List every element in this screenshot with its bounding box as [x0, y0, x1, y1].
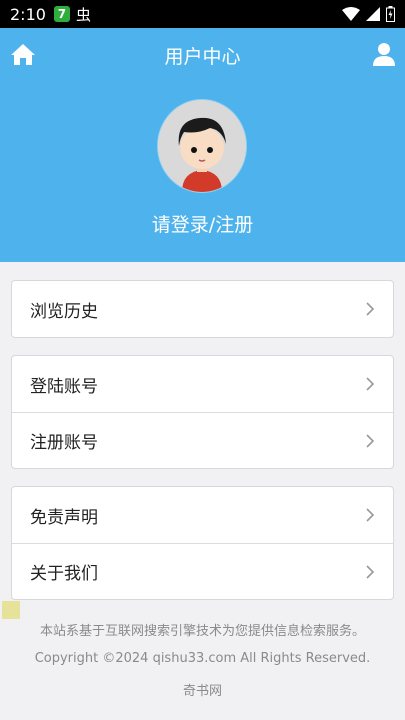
status-bar: 2:10 7 虫	[0, 0, 405, 28]
menu-item-label: 免责声明	[30, 507, 98, 528]
menu-item-login[interactable]: 登陆账号	[12, 356, 393, 412]
menu-item-label: 浏览历史	[30, 301, 98, 322]
chevron-right-icon	[366, 508, 375, 522]
chevron-right-icon	[366, 433, 375, 448]
menu-item-about[interactable]: 关于我们	[12, 543, 393, 599]
user-center-header: 用户中心 请登录/注册	[0, 28, 405, 262]
footer: 本站系基于互联网搜索引擎技术为您提供信息检索服务。 Copyright ©202…	[0, 620, 405, 699]
battery-icon	[386, 6, 395, 22]
status-icons	[342, 6, 395, 22]
app-notification-icon: 7	[53, 6, 70, 22]
floating-square	[2, 601, 20, 619]
chevron-right-icon	[366, 564, 375, 579]
chevron-right-icon	[366, 302, 375, 316]
footer-copyright: Copyright ©2024 qishu33.com All Rights R…	[34, 651, 371, 666]
footer-site-name: 奇书网	[182, 684, 222, 699]
menu-item-label: 注册账号	[30, 433, 98, 453]
footer-notice: 本站系基于互联网搜索引擎技术为您提供信息检索服务。	[39, 624, 365, 639]
page-title: 用户中心	[164, 46, 241, 68]
info-card: 免责声明 关于我们	[11, 486, 394, 600]
user-icon[interactable]	[373, 42, 395, 66]
bug-notification-icon: 虫	[75, 5, 91, 24]
menu-item-label: 登陆账号	[30, 376, 98, 397]
history-card: 浏览历史	[11, 280, 394, 338]
status-time: 2:10	[10, 4, 46, 24]
menu-item-history[interactable]: 浏览历史	[12, 281, 393, 337]
avatar[interactable]	[158, 100, 246, 192]
signal-icon	[366, 7, 380, 21]
chevron-right-icon	[366, 377, 375, 391]
wifi-icon	[342, 7, 360, 21]
menu-item-register[interactable]: 注册账号	[12, 412, 393, 468]
menu-item-disclaimer[interactable]: 免责声明	[12, 487, 393, 543]
account-card: 登陆账号 注册账号	[11, 355, 394, 469]
menu-item-label: 关于我们	[30, 564, 98, 584]
login-register-link[interactable]: 请登录/注册	[0, 210, 405, 237]
avatar-cartoon-icon	[158, 100, 246, 192]
